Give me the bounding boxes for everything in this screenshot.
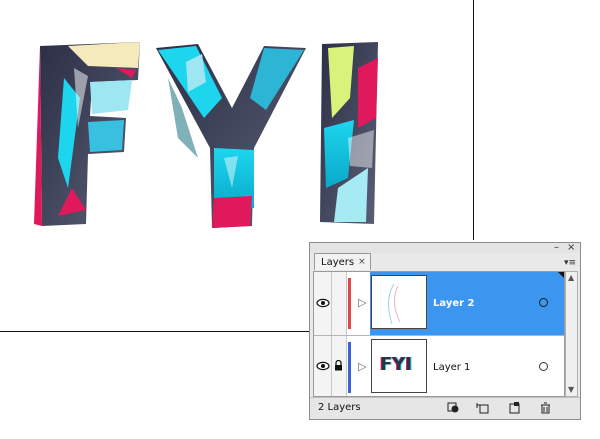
eye-icon bbox=[316, 298, 330, 308]
layers-scrollbar[interactable]: ▲ ▼ bbox=[565, 271, 578, 397]
delete-layer-icon[interactable] bbox=[539, 402, 552, 414]
layers-list: ▷ Layer 2 ▷ FYI Layer 1 bbox=[313, 271, 565, 397]
tab-layers[interactable]: Layers × bbox=[314, 253, 371, 270]
layer-color-indicator bbox=[348, 278, 351, 329]
minimize-button[interactable]: – bbox=[554, 243, 559, 253]
layer-row-layer-2[interactable]: ▷ Layer 2 bbox=[314, 272, 564, 335]
expand-triangle-icon[interactable]: ▷ bbox=[358, 360, 366, 373]
layer-name-label[interactable]: Layer 1 bbox=[433, 336, 470, 396]
create-sublayer-icon[interactable] bbox=[476, 402, 489, 414]
visibility-toggle[interactable] bbox=[314, 336, 332, 396]
lock-toggle[interactable] bbox=[332, 272, 347, 335]
close-panel-button[interactable]: × bbox=[567, 243, 575, 253]
thumbnail-strokes-icon bbox=[388, 283, 401, 325]
layer-color-indicator bbox=[348, 342, 351, 393]
create-new-layer-icon[interactable] bbox=[508, 402, 521, 414]
layer-name-label[interactable]: Layer 2 bbox=[433, 272, 474, 335]
target-circle-icon[interactable] bbox=[539, 298, 548, 307]
lock-icon bbox=[335, 360, 342, 371]
layer-thumbnail bbox=[371, 275, 427, 329]
panel-footer: 2 Layers bbox=[310, 397, 580, 419]
scroll-down-icon[interactable]: ▼ bbox=[568, 386, 574, 394]
eye-icon bbox=[316, 361, 330, 371]
selected-art-indicator-icon bbox=[558, 272, 564, 280]
tab-layers-label: Layers bbox=[321, 256, 355, 268]
panel-title-bar[interactable] bbox=[310, 243, 580, 253]
layers-panel: – × Layers × ▾≡ ▷ Layer 2 ▷ FYI Layer 1 … bbox=[309, 242, 581, 420]
layer-row-layer-1[interactable]: ▷ FYI Layer 1 bbox=[314, 335, 564, 396]
horizontal-guide-line bbox=[0, 331, 310, 332]
expand-triangle-icon[interactable]: ▷ bbox=[358, 296, 366, 309]
layer-count-label: 2 Layers bbox=[318, 402, 361, 413]
fyi-artwork[interactable] bbox=[28, 38, 388, 230]
lock-toggle[interactable] bbox=[332, 336, 347, 396]
target-circle-icon[interactable] bbox=[539, 362, 548, 371]
letter-f bbox=[34, 42, 140, 226]
layer-thumbnail: FYI bbox=[371, 339, 427, 393]
make-clipping-mask-icon[interactable] bbox=[447, 402, 460, 414]
tab-close-icon[interactable]: × bbox=[358, 254, 366, 271]
letter-i bbox=[320, 42, 378, 224]
visibility-toggle[interactable] bbox=[314, 272, 332, 335]
thumbnail-fyi-text: FYI bbox=[380, 354, 413, 375]
vertical-guide-line bbox=[473, 0, 474, 240]
panel-menu-icon[interactable]: ▾≡ bbox=[564, 258, 576, 268]
scroll-up-icon[interactable]: ▲ bbox=[568, 274, 574, 282]
letter-y bbox=[156, 44, 306, 228]
